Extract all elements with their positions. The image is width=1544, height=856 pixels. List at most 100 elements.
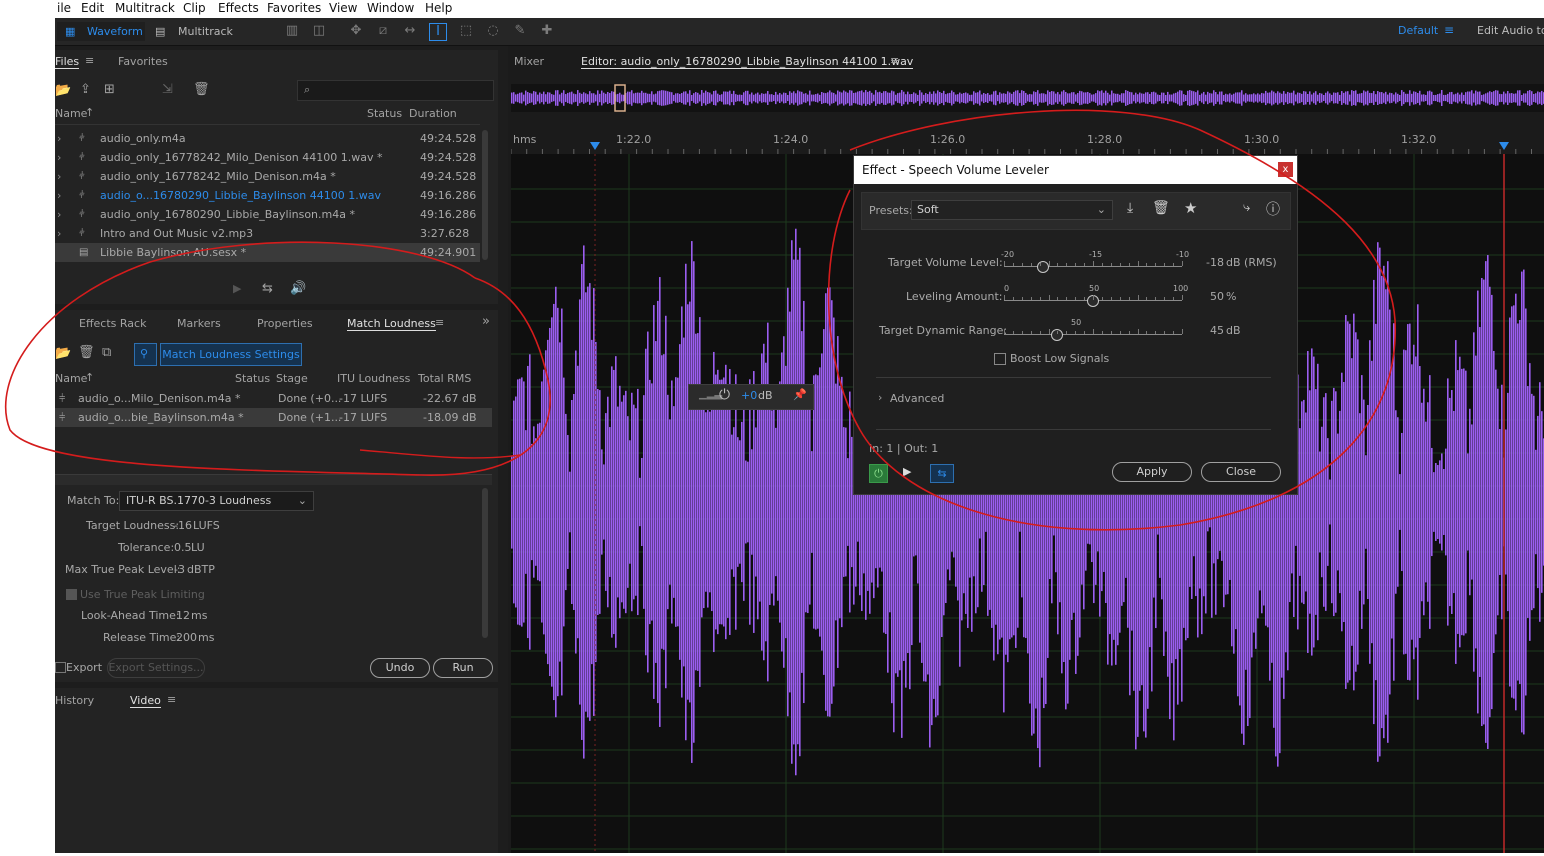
marquee-tool-icon[interactable]: ⬚ bbox=[458, 23, 474, 39]
overview-waveform[interactable] bbox=[511, 84, 1544, 112]
target-dynamic-range-slider[interactable] bbox=[1004, 320, 1183, 342]
razor-tool-icon[interactable]: ⧄ bbox=[375, 23, 391, 39]
loudness-icon[interactable]: ⚲ bbox=[134, 343, 157, 366]
dialog-close-x-button[interactable]: x bbox=[1278, 162, 1293, 177]
files-col-name[interactable]: Name bbox=[55, 107, 87, 120]
workspace-selector[interactable]: Default bbox=[1398, 24, 1438, 37]
edit-audio-to-video-button[interactable]: Edit Audio to bbox=[1477, 24, 1544, 37]
panel-resize-bar[interactable] bbox=[55, 474, 492, 485]
open-icon[interactable]: 📂 bbox=[55, 346, 71, 361]
editor-panel-menu-icon[interactable]: ≡ bbox=[890, 54, 899, 67]
playhead-start-marker[interactable] bbox=[590, 142, 600, 150]
file-row[interactable]: › ⫩ audio_only_16778242_Milo_Denison.m4a … bbox=[55, 167, 480, 186]
tab-history[interactable]: History bbox=[55, 694, 94, 707]
boost-low-signals-checkbox[interactable] bbox=[994, 353, 1006, 365]
tab-effects-rack[interactable]: Effects Rack bbox=[79, 317, 146, 330]
apply-button[interactable]: Apply bbox=[1112, 462, 1192, 482]
hud-gain-value[interactable]: +0 bbox=[741, 389, 757, 402]
file-row-selected[interactable]: › ⫩ audio_o...16780290_Libbie_Baylinson 4… bbox=[55, 186, 480, 205]
clear-all-icon[interactable]: ⧉ bbox=[102, 345, 111, 360]
time-selection-tool-icon[interactable]: I bbox=[429, 23, 447, 41]
time-ruler[interactable]: hms 1:22.0 1:24.0 1:26.0 1:28.0 1:30.0 1… bbox=[511, 130, 1544, 154]
save-preset-icon[interactable]: ⤓ bbox=[1127, 200, 1133, 216]
match-loudness-settings-button[interactable]: Match Loudness Settings bbox=[160, 343, 302, 366]
tab-editor[interactable]: Editor: audio_only_16780290_Libbie_Bayli… bbox=[581, 55, 914, 69]
menu-edit[interactable]: Edit bbox=[81, 1, 104, 15]
new-file-icon[interactable]: ⊞ bbox=[104, 82, 115, 97]
delete-preset-icon[interactable]: 🗑 bbox=[1152, 200, 1170, 216]
tolerance-value[interactable]: 0.5 bbox=[174, 541, 192, 554]
play-icon[interactable]: ▶ bbox=[233, 282, 241, 295]
ml-col-status[interactable]: Status bbox=[235, 372, 270, 385]
spectral-frequency-icon[interactable]: ▥ bbox=[284, 23, 300, 39]
files-col-status[interactable]: Status bbox=[367, 107, 402, 120]
files-scrollbar[interactable] bbox=[482, 130, 488, 260]
file-row[interactable]: › ⫩ audio_only.m4a 49:24.528 bbox=[55, 129, 480, 148]
target-loudness-value[interactable]: -16 bbox=[174, 519, 192, 532]
waveform-view-button[interactable]: ▦ Waveform bbox=[57, 22, 145, 41]
leveling-amount-slider[interactable] bbox=[1004, 286, 1183, 308]
more-tabs-icon[interactable]: » bbox=[482, 314, 490, 329]
pin-icon[interactable]: 📌 bbox=[793, 388, 807, 401]
move-tool-icon[interactable]: ✥ bbox=[348, 23, 364, 39]
ml-col-itu[interactable]: ITU Loudness bbox=[337, 372, 410, 385]
favorite-star-icon[interactable]: ★ bbox=[1184, 199, 1197, 217]
menu-clip[interactable]: Clip bbox=[183, 1, 206, 15]
target-volume-value[interactable]: -18 bbox=[1206, 256, 1224, 269]
gain-knob-icon[interactable]: ⏻ bbox=[719, 387, 730, 403]
spectral-pitch-icon[interactable]: ◫ bbox=[311, 23, 327, 39]
auto-play-icon[interactable]: 🔊 bbox=[290, 281, 306, 296]
chevron-right-icon[interactable]: › bbox=[878, 391, 882, 404]
advanced-section-toggle[interactable]: Advanced bbox=[890, 392, 944, 405]
close-button[interactable]: Close bbox=[1201, 462, 1281, 482]
ml-col-rms[interactable]: Total RMS bbox=[418, 372, 471, 385]
files-panel-menu-icon[interactable]: ≡ bbox=[85, 54, 94, 67]
menu-multitrack[interactable]: Multitrack bbox=[115, 1, 175, 15]
spot-healing-tool-icon[interactable]: ✚ bbox=[539, 23, 555, 39]
import-file-icon[interactable]: ⇪ bbox=[80, 82, 91, 97]
tab-match-loudness[interactable]: Match Loudness bbox=[347, 317, 436, 331]
use-true-peak-checkbox[interactable] bbox=[66, 589, 77, 600]
open-file-icon[interactable]: 📂 bbox=[55, 83, 71, 98]
menu-help[interactable]: Help bbox=[425, 1, 452, 15]
export-checkbox[interactable] bbox=[55, 662, 66, 673]
tab-favorites[interactable]: Favorites bbox=[118, 55, 168, 68]
ml-col-name[interactable]: Name bbox=[55, 372, 87, 385]
slip-tool-icon[interactable]: ↔ bbox=[402, 23, 418, 39]
max-true-peak-value[interactable]: -3 bbox=[174, 563, 185, 576]
loop-preview-icon[interactable]: ⇆ bbox=[930, 464, 954, 483]
brush-tool-icon[interactable]: ✎ bbox=[512, 23, 528, 39]
files-search-input[interactable]: ⌕ bbox=[297, 80, 494, 101]
files-col-duration[interactable]: Duration bbox=[409, 107, 457, 120]
menu-window[interactable]: Window bbox=[367, 1, 414, 15]
ml-col-stage[interactable]: Stage bbox=[276, 372, 308, 385]
loudness-row[interactable]: ⫩ audio_o...Milo_Denison.m4a * Done (+0.… bbox=[55, 389, 492, 408]
file-row[interactable]: › ⫩ Intro and Out Music v2.mp3 3:27.628 bbox=[55, 224, 480, 243]
tab-mixer[interactable]: Mixer bbox=[514, 55, 544, 68]
menu-view[interactable]: View bbox=[329, 1, 357, 15]
release-time-value[interactable]: 200 bbox=[176, 631, 197, 644]
tab-markers[interactable]: Markers bbox=[177, 317, 221, 330]
menu-effects[interactable]: Effects bbox=[218, 1, 259, 15]
multitrack-view-button[interactable]: ▤ Multitrack bbox=[147, 22, 239, 41]
file-row[interactable]: ▤ Libbie Baylinson AU.sesx * 49:24.901 bbox=[55, 243, 480, 262]
tab-video[interactable]: Video bbox=[130, 694, 161, 708]
file-row[interactable]: › ⫩ audio_only_16780290_Libbie_Baylinson.… bbox=[55, 205, 480, 224]
file-row[interactable]: › ⫩ audio_only_16778242_Milo_Denison 4410… bbox=[55, 148, 480, 167]
video-panel-menu-icon[interactable]: ≡ bbox=[167, 693, 176, 706]
presets-dropdown[interactable]: Soft ⌄ bbox=[911, 200, 1113, 220]
run-button[interactable]: Run bbox=[433, 658, 493, 678]
settings-scrollbar[interactable] bbox=[482, 488, 488, 638]
playhead-end-marker[interactable] bbox=[1499, 142, 1509, 150]
tab-properties[interactable]: Properties bbox=[257, 317, 313, 330]
target-dynamic-range-value[interactable]: 45 bbox=[1210, 324, 1224, 337]
match-loudness-menu-icon[interactable]: ≡ bbox=[435, 316, 444, 329]
look-ahead-value[interactable]: 12 bbox=[176, 609, 190, 622]
loudness-row[interactable]: ⫩ audio_o...bie_Baylinson.m4a * Done (+1… bbox=[55, 408, 492, 427]
insert-into-multitrack-icon[interactable]: ⇲ bbox=[162, 82, 173, 97]
routing-icon[interactable]: ⤷ bbox=[1243, 200, 1250, 215]
power-toggle-icon[interactable]: ⏻ bbox=[869, 464, 888, 483]
menu-file[interactable]: ile bbox=[57, 1, 71, 15]
workspace-menu-icon[interactable]: ≡ bbox=[1444, 23, 1454, 37]
menu-favorites[interactable]: Favorites bbox=[267, 1, 321, 15]
